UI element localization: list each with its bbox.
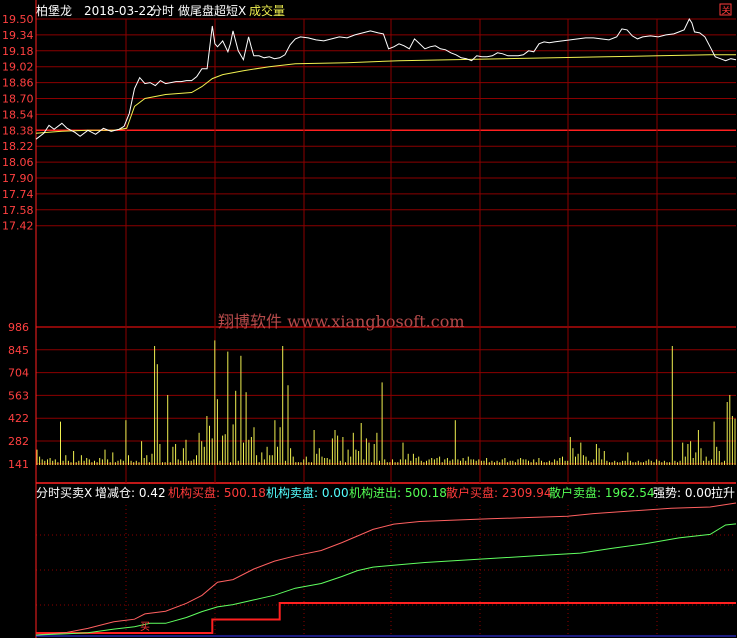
volume-tick-label: 986	[8, 321, 29, 334]
sub-header-tag: 拉升	[711, 485, 735, 500]
volume-tick-label: 141	[8, 458, 29, 471]
chart-mode: 分时	[150, 4, 174, 18]
price-tick-label: 19.18	[2, 45, 34, 58]
sub-header-item: 机构买盘: 500.18	[168, 485, 266, 500]
sub-header-item: 散户买盘: 2309.94	[446, 485, 551, 500]
close-box-label: 关	[722, 5, 731, 17]
price-tick-label: 19.02	[2, 61, 34, 74]
volume-tick-label: 845	[8, 344, 29, 357]
sub-header-item: 强势: 0.00	[653, 486, 712, 500]
indicator-name: 做尾盘超短X	[178, 3, 246, 18]
price-tick-label: 18.70	[2, 93, 34, 106]
price-tick-label: 17.90	[2, 172, 34, 185]
price-tick-label: 18.22	[2, 140, 34, 153]
price-tick-label: 19.50	[2, 13, 34, 26]
chart-date: 2018-03-22	[84, 4, 154, 18]
chart-canvas: 19.50 19.34 19.18 19.02 18.86 18.70 18.54 18.38…	[0, 0, 737, 638]
volume-label: 成交量	[249, 3, 285, 18]
volume-tick-label: 422	[8, 412, 29, 425]
sub-header-item: 散户卖盘: 1962.54	[549, 485, 654, 500]
watermark: 翔博软件 www.xiangbosoft.com	[218, 312, 465, 331]
price-tick-label: 17.74	[2, 188, 34, 201]
sub-header-title: 分时买卖X	[36, 486, 92, 500]
price-tick-label: 17.58	[2, 204, 34, 217]
sub-header-items: 增减仓: 0.42 机构买盘: 500.18 机构卖盘: 0.00 机构进出: 500…	[95, 485, 712, 500]
volume-tick-label: 282	[8, 435, 29, 448]
price-tick-label: 18.38	[2, 124, 34, 137]
sub-header-item: 增减仓: 0.42	[95, 486, 166, 500]
sub-header-item: 机构进出: 500.18	[349, 485, 447, 500]
volume-tick-label: 704	[8, 367, 29, 380]
sub-header-item: 机构卖盘: 0.00	[266, 485, 349, 500]
price-tick-label: 19.34	[2, 29, 34, 42]
price-tick-label: 18.86	[2, 77, 34, 90]
price-tick-label: 17.42	[2, 220, 34, 233]
price-tick-label: 18.54	[2, 108, 34, 121]
price-tick-label: 18.06	[2, 156, 34, 169]
volume-tick-label: 563	[8, 389, 29, 402]
buy-tag: 买	[140, 621, 150, 633]
stock-name: 柏堡龙	[36, 3, 72, 18]
